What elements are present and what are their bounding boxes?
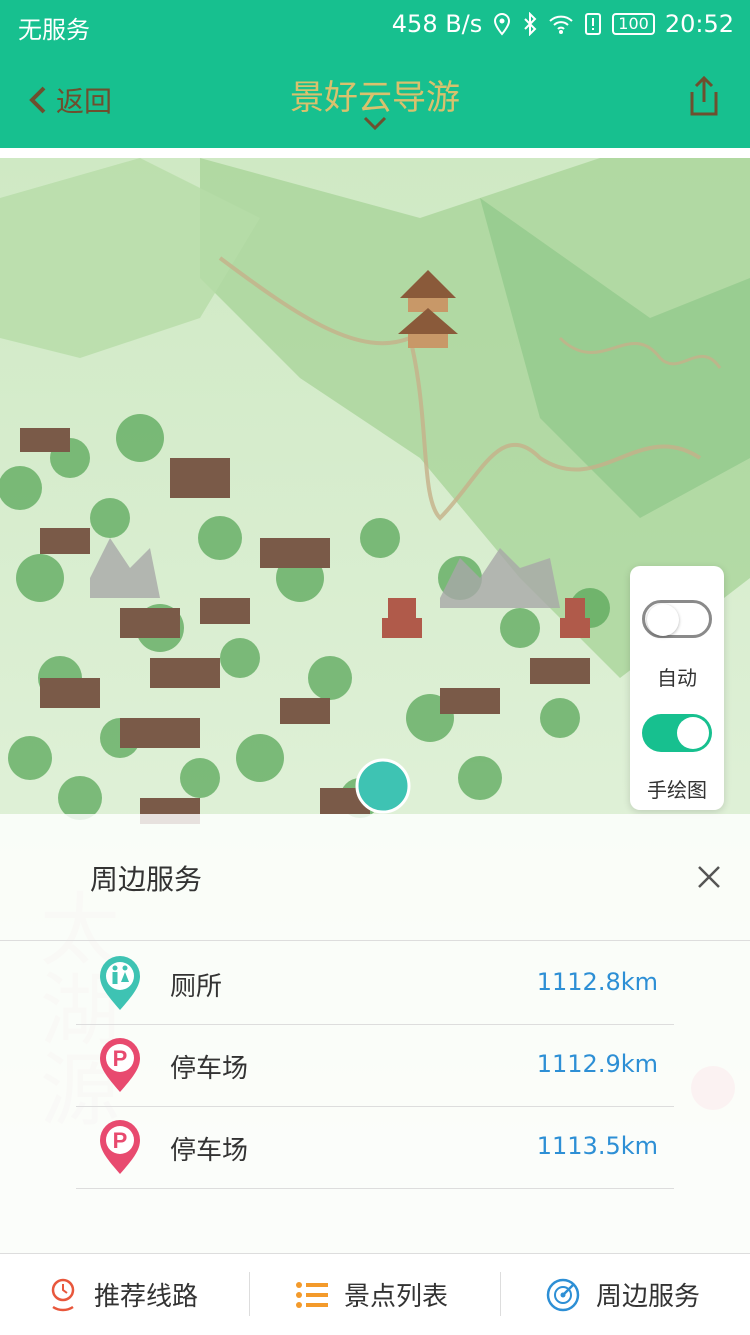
chevron-down-icon[interactable] [363, 116, 387, 130]
panel-title: 周边服务 [90, 863, 203, 896]
clock: 20:52 [664, 10, 734, 38]
service-name: 停车场 [170, 1054, 249, 1084]
service-row[interactable]: P 停车场 1113.5km [76, 1106, 674, 1189]
toggle-knob [647, 604, 679, 636]
status-icons: 458 B/s 100 20:52 [392, 10, 734, 38]
share-icon[interactable] [686, 74, 722, 118]
service-distance: 1113.5km [536, 1132, 658, 1160]
svg-text:P: P [113, 1046, 128, 1071]
sim-alert-icon [585, 13, 602, 35]
tab-label: 周边服务 [596, 1282, 701, 1312]
hand-drawn-label: 手绘图 [647, 778, 707, 802]
nav-bar: 返回 景好云导游 [0, 52, 750, 148]
service-distance: 1112.8km [536, 968, 658, 996]
service-row[interactable]: 厕所 1112.8km [76, 942, 674, 1025]
panel-divider [0, 940, 750, 941]
network-speed: 458 B/s [391, 10, 483, 38]
toilet-icon [100, 956, 140, 1010]
tab-nearby-services[interactable]: 周边服务 [546, 1254, 700, 1335]
carrier-text: 无服务 [18, 16, 90, 44]
tab-attraction-list[interactable]: 景点列表 [296, 1254, 448, 1335]
toilet-marker-icon[interactable] [355, 758, 411, 814]
battery-icon: 100 [612, 13, 655, 35]
service-row[interactable]: P 停车场 1112.9km [76, 1024, 674, 1107]
auto-toggle[interactable] [642, 600, 712, 638]
page-title[interactable]: 景好云导游 [0, 70, 750, 119]
tab-separator [500, 1272, 501, 1316]
auto-label: 自动 [657, 666, 697, 690]
map-toggle-panel: 自动 手绘图 [630, 566, 724, 810]
tab-label: 推荐线路 [94, 1282, 199, 1312]
parking-icon: P [100, 1038, 140, 1092]
status-bar: 无服务 458 B/s 100 20:52 [0, 0, 750, 52]
parking-icon: P [100, 1120, 140, 1174]
nearby-services-panel: 周边服务 厕所 1112.8km P 停车场 1112.9km P 停车场 11… [0, 814, 750, 1253]
list-icon [296, 1281, 328, 1308]
tab-recommended-route[interactable]: 推荐线路 [48, 1254, 198, 1335]
hand-drawn-toggle[interactable] [642, 714, 712, 752]
toggle-knob [677, 717, 709, 749]
service-distance: 1112.9km [536, 1050, 658, 1078]
route-pin-icon [51, 1278, 75, 1311]
wifi-icon [549, 15, 573, 34]
service-name: 停车场 [170, 1136, 249, 1166]
close-icon[interactable] [696, 864, 722, 890]
radar-icon [546, 1278, 580, 1311]
nav-divider [0, 148, 750, 158]
service-name: 厕所 [170, 972, 223, 1002]
svg-text:P: P [113, 1128, 128, 1153]
tab-label: 景点列表 [344, 1282, 449, 1312]
bluetooth-icon [524, 12, 537, 36]
tab-separator [249, 1272, 250, 1316]
bottom-tab-bar: 推荐线路 景点列表 周边服务 [0, 1253, 750, 1335]
location-icon [494, 12, 511, 36]
